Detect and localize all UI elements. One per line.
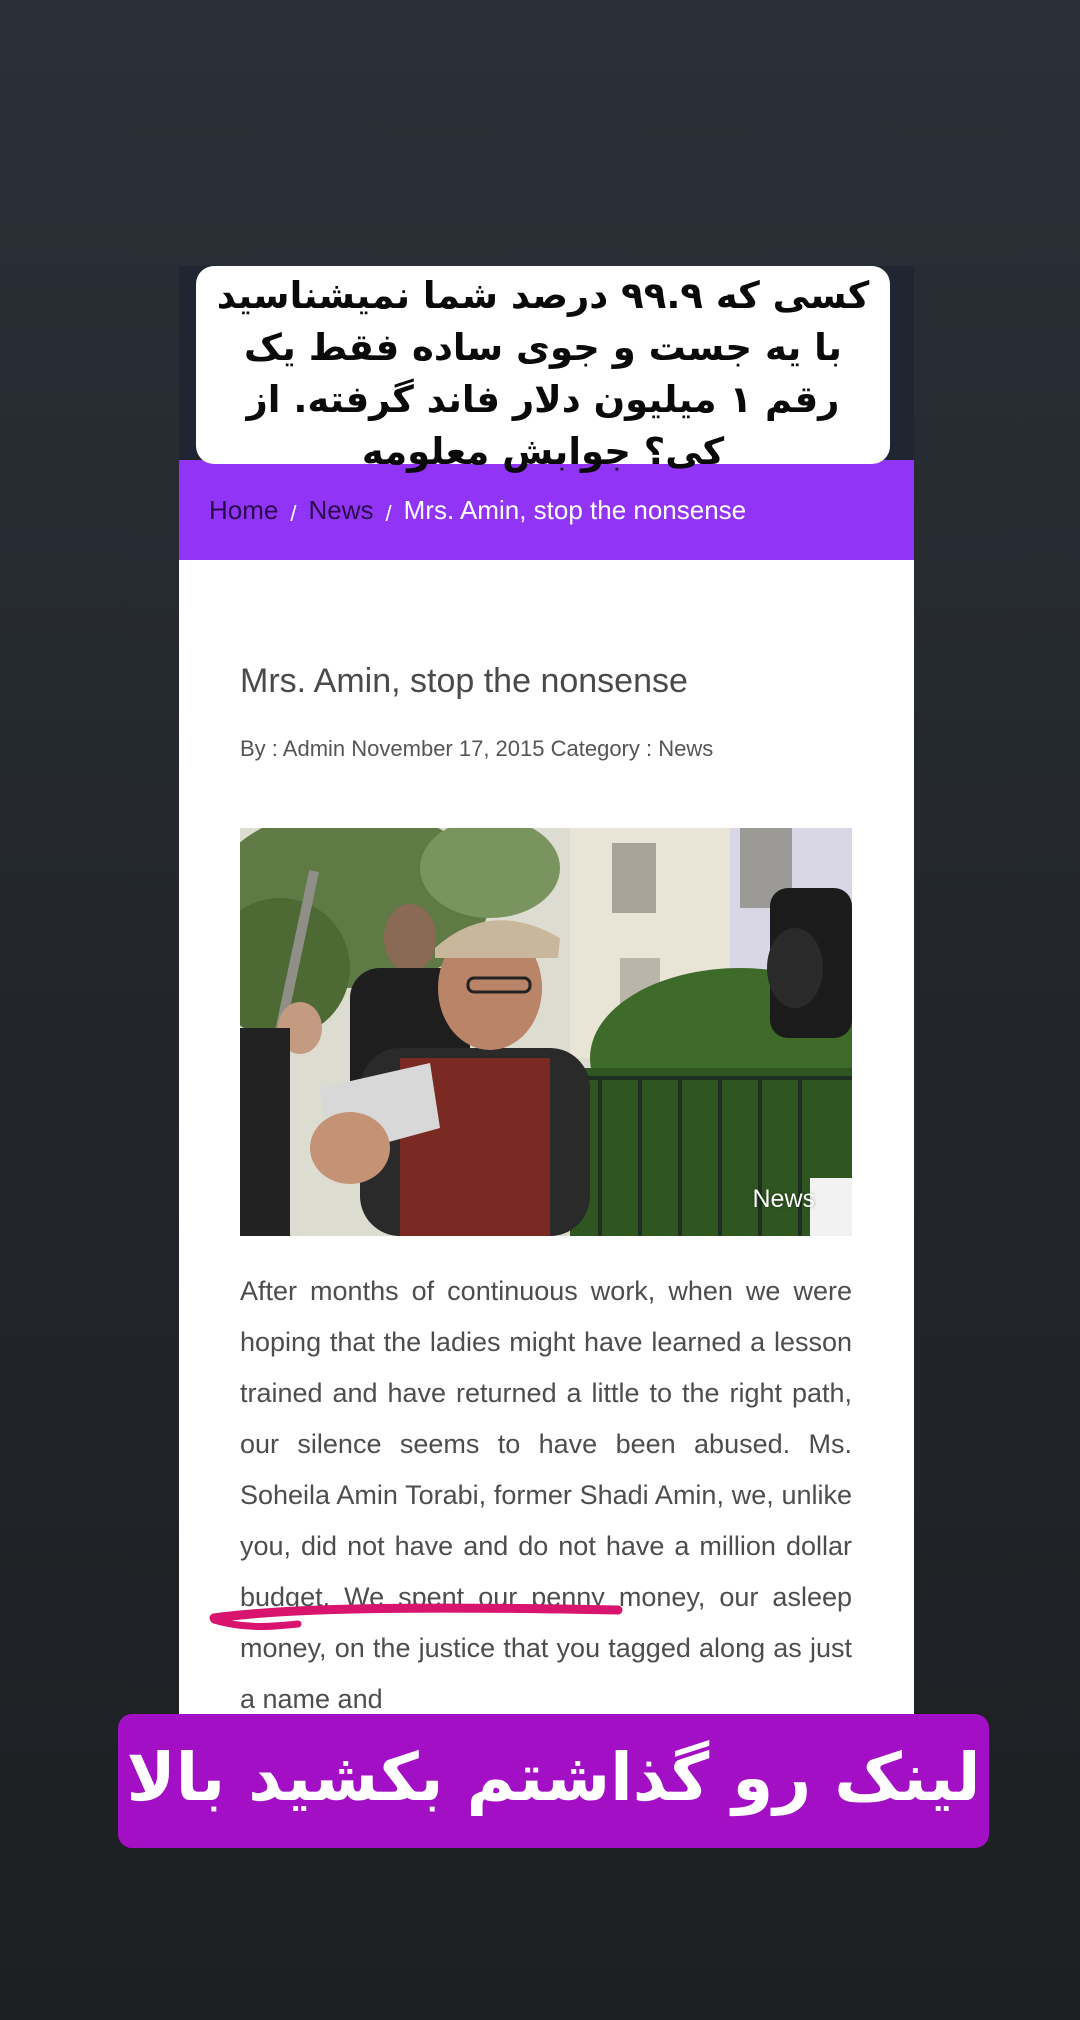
- article-meta: By : Admin November 17, 2015 Category : …: [240, 736, 714, 761]
- breadcrumb-home-link[interactable]: Home: [209, 495, 278, 526]
- breadcrumb-current: Mrs. Amin, stop the nonsense: [403, 494, 747, 525]
- handdrawn-underline: [209, 1603, 623, 1630]
- bottom-caption-text: لینک رو گذاشتم بکشید بالا: [126, 1739, 981, 1816]
- article-photo-illustration: [240, 828, 852, 1236]
- top-caption-sticker: کسی که ۹۹.۹ درصد شما نمیشناسید با یه جست…: [196, 266, 890, 473]
- article-title: Mrs. Amin, stop the nonsense: [240, 662, 688, 700]
- breadcrumb-news-link[interactable]: News: [308, 495, 373, 526]
- image-category-badge[interactable]: News: [752, 1185, 815, 1214]
- article-page: Home / News / Mrs. Amin, stop the nonsen…: [179, 460, 914, 1720]
- breadcrumb-separator: /: [290, 501, 297, 526]
- top-caption-text: کسی که ۹۹.۹ درصد شما نمیشناسید با یه جست…: [216, 274, 870, 473]
- article-body: After months of continuous work, when we…: [240, 1276, 852, 1714]
- breadcrumb-separator: /: [385, 501, 392, 526]
- article-image: News: [240, 828, 852, 1236]
- bottom-caption-sticker[interactable]: لینک رو گذاشتم بکشید بالا: [118, 1714, 989, 1848]
